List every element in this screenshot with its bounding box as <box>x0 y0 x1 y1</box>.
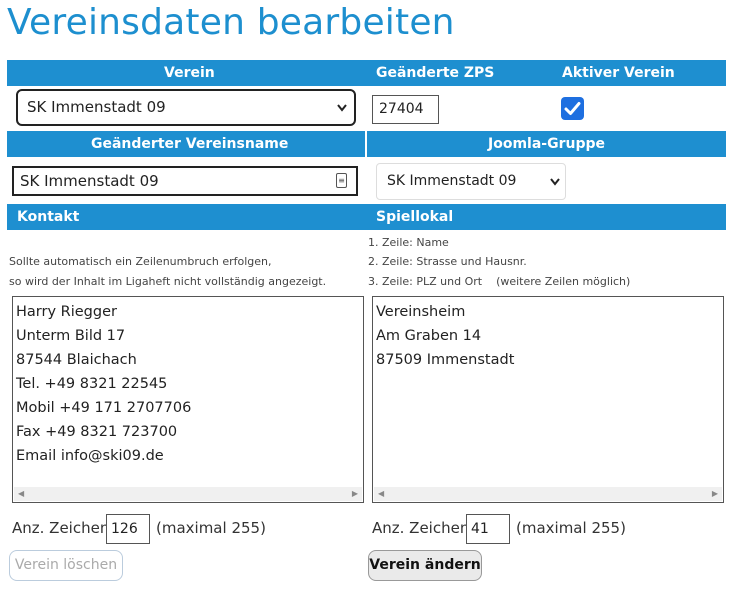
verein-select-value: SK Immenstadt 09 <box>27 98 166 116</box>
header-bar-verein: Verein Geänderte ZPS Aktiver Verein <box>7 60 726 86</box>
checkmark-icon <box>564 102 581 115</box>
spiellokal-note-2: 2. Zeile: Strasse und Hausnr. <box>368 255 527 268</box>
kontakt-line: Harry Riegger <box>16 304 117 320</box>
vereinsname-value: SK Immenstadt 09 <box>20 172 159 190</box>
joomla-select-value: SK Immenstadt 09 <box>387 173 517 189</box>
edit-verein-button[interactable]: Verein ändern <box>368 550 482 581</box>
aktiv-checkbox[interactable] <box>561 97 584 120</box>
joomla-header: Joomla-Gruppe <box>488 136 605 152</box>
kontakt-textarea[interactable]: Harry Riegger Unterm Bild 17 87544 Blaic… <box>12 296 364 503</box>
header-bar-kontakt: Kontakt Spiellokal <box>7 204 726 230</box>
triangle-left-icon[interactable]: ◀ <box>18 487 24 501</box>
vereinsname-input[interactable]: SK Immenstadt 09 ≡ <box>12 166 358 196</box>
kontakt-note-2: so wird der Inhalt im Ligaheft nicht vol… <box>9 275 327 288</box>
triangle-right-icon[interactable]: ▶ <box>712 487 718 501</box>
page-title: Vereinsdaten bearbeiten <box>7 2 455 43</box>
verein-header: Verein <box>164 65 215 81</box>
kontakt-count-input: 126 <box>106 514 150 544</box>
kontakt-scrollbar[interactable]: ◀ ▶ <box>14 487 362 501</box>
triangle-right-icon[interactable]: ▶ <box>352 487 358 501</box>
kontakt-line: Tel. +49 8321 22545 <box>16 376 168 392</box>
vereinsname-header: Geänderter Vereinsname <box>91 136 289 152</box>
spiellokal-header: Spiellokal <box>376 209 454 225</box>
spiellokal-line: Am Graben 14 <box>376 328 482 344</box>
zps-input[interactable]: 27404 <box>372 95 439 124</box>
kontakt-line: Email info@ski09.de <box>16 448 164 464</box>
delete-verein-button[interactable]: Verein löschen <box>9 550 123 581</box>
spiellokal-textarea[interactable]: Vereinsheim Am Graben 14 87509 Immenstad… <box>372 296 724 503</box>
spiellokal-count-max: (maximal 255) <box>516 519 626 537</box>
zps-header: Geänderte ZPS <box>376 65 495 81</box>
triangle-left-icon[interactable]: ◀ <box>378 487 384 501</box>
kontakt-line: 87544 Blaichach <box>16 352 137 368</box>
header-bar-vereinsname: Geänderter Vereinsname <box>7 131 365 157</box>
verein-select[interactable]: SK Immenstadt 09 <box>16 89 356 126</box>
contact-card-icon: ≡ <box>336 173 347 188</box>
kontakt-header: Kontakt <box>17 209 80 225</box>
kontakt-count-max: (maximal 255) <box>156 519 266 537</box>
spiellokal-count-label: Anz. Zeichen <box>372 519 470 537</box>
kontakt-line: Mobil +49 171 2707706 <box>16 400 192 416</box>
header-bar-joomla: Joomla-Gruppe <box>367 131 726 157</box>
spiellokal-note-1: 1. Zeile: Name <box>368 236 449 249</box>
aktiv-header: Aktiver Verein <box>562 65 675 81</box>
spiellokal-line: 87509 Immenstadt <box>376 352 515 368</box>
joomla-select[interactable]: SK Immenstadt 09 <box>376 163 566 200</box>
spiellokal-line: Vereinsheim <box>376 304 466 320</box>
kontakt-note-1: Sollte automatisch ein Zeilenumbruch erf… <box>9 255 272 268</box>
kontakt-line: Unterm Bild 17 <box>16 328 126 344</box>
kontakt-count-label: Anz. Zeichen <box>12 519 110 537</box>
kontakt-line: Fax +49 8321 723700 <box>16 424 178 440</box>
spiellokal-note-3: 3. Zeile: PLZ und Ort (weitere Zeilen mö… <box>368 275 631 288</box>
spiellokal-scrollbar[interactable]: ◀ ▶ <box>374 487 722 501</box>
spiellokal-count-input: 41 <box>466 514 510 544</box>
